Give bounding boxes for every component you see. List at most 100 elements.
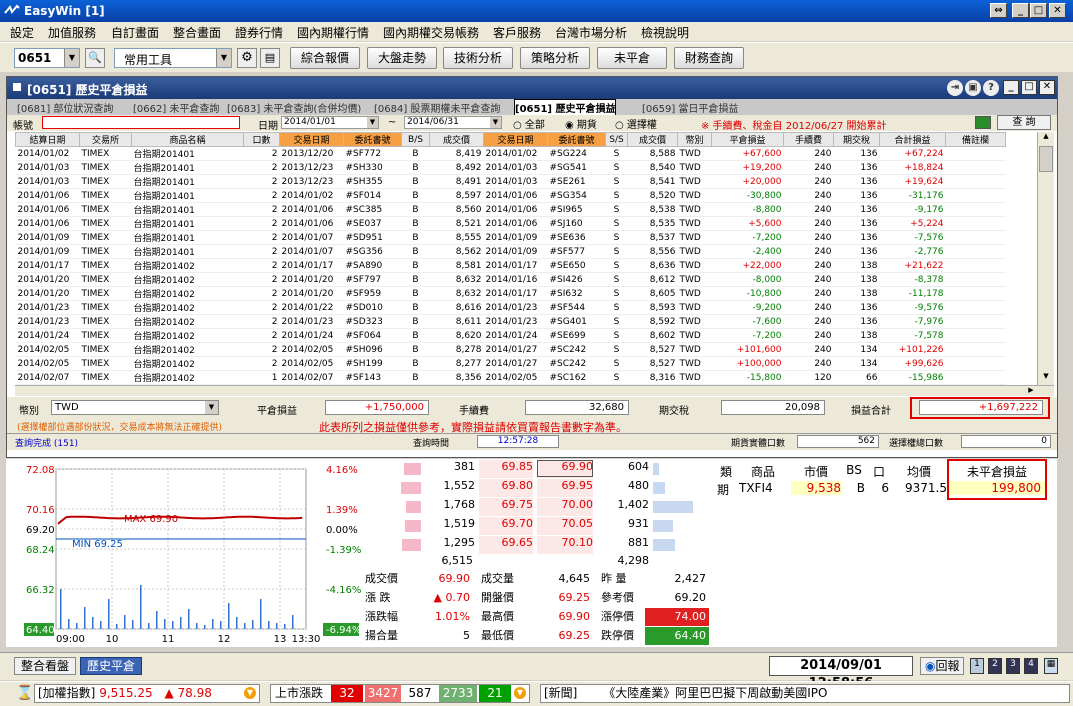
chevron-down-icon[interactable]: ▼: [367, 117, 378, 128]
search-icon[interactable]: 🔍: [85, 48, 105, 68]
table-row[interactable]: 2014/01/24 TIMEX 台指期201402 2 2014/01/24 #SF06…: [15, 328, 1006, 343]
col-header[interactable]: 期交稅: [833, 132, 880, 147]
query-button[interactable]: 查 詢: [997, 115, 1051, 130]
tab-0662[interactable]: [0662] 未平倉查詢: [133, 100, 219, 115]
function-code-combo[interactable]: 0651 ▼: [14, 48, 80, 68]
tab-0681[interactable]: [0681] 部位狀況查詢: [17, 100, 113, 115]
market-trend-button[interactable]: 大盤走勢: [367, 47, 437, 69]
technical-analysis-button[interactable]: 技術分析: [443, 47, 513, 69]
col-header[interactable]: 委託書號: [547, 132, 606, 147]
col-header[interactable]: S/S: [605, 132, 628, 147]
table-row[interactable]: 2014/01/06 TIMEX 台指期201401 2 2014/01/06 #SC38…: [15, 202, 1006, 217]
window-maximize-button[interactable]: □: [1021, 80, 1037, 95]
table-row[interactable]: 2014/01/20 TIMEX 台指期201402 2 2014/01/20 #SF95…: [15, 286, 1006, 301]
col-header[interactable]: 平倉損益: [711, 132, 784, 147]
table-row[interactable]: 2014/01/20 TIMEX 台指期201402 2 2014/01/20 #SF79…: [15, 272, 1006, 287]
radio-all[interactable]: ○ 全部: [513, 116, 545, 131]
table-row[interactable]: 2014/01/02 TIMEX 台指期201401 2 2013/12/20 #SF77…: [15, 146, 1006, 161]
menu-futures-accounts[interactable]: 國內期權交易帳務: [383, 24, 479, 41]
grid-horizontal-scrollbar[interactable]: ▶: [15, 385, 1054, 396]
scroll-thumb[interactable]: [1039, 146, 1053, 172]
tab-0659[interactable]: [0659] 當日平倉損益: [642, 100, 738, 115]
menu-market-analysis[interactable]: 台灣市場分析: [555, 24, 627, 41]
dropdown-icon[interactable]: ▼: [514, 687, 526, 699]
menu-custom-screen[interactable]: 自訂畫面: [111, 24, 159, 41]
table-row[interactable]: 2014/01/17 TIMEX 台指期201402 2 2014/01/17 #SA89…: [15, 258, 1006, 273]
strategy-analysis-button[interactable]: 策略分析: [520, 47, 590, 69]
col-header[interactable]: B/S: [401, 132, 430, 147]
scroll-down-icon[interactable]: ▼: [1039, 372, 1053, 384]
table-row[interactable]: 2014/02/07TIMEX台指期20140212014/02/07#SF14…: [15, 370, 1006, 385]
news-box[interactable]: [新聞] 《大陸產業》阿里巴巴擬下周啟動美國IPO: [540, 684, 1070, 703]
tab-0651[interactable]: [0651] 歷史平倉損益: [514, 99, 617, 116]
col-header[interactable]: 成交價: [429, 132, 484, 147]
table-row[interactable]: 2014/01/09 TIMEX 台指期201401 2 2014/01/07 #SD95…: [15, 230, 1006, 245]
window-close-button[interactable]: ✕: [1039, 80, 1055, 95]
col-header[interactable]: 結算日期: [15, 132, 80, 147]
dropdown-icon[interactable]: ▼: [244, 687, 256, 699]
grid-vertical-scrollbar[interactable]: ▲ ▼: [1037, 132, 1054, 385]
col-header[interactable]: 委託書號: [343, 132, 402, 147]
table-row[interactable]: 2014/01/03 TIMEX 台指期201401 2 2013/12/23 #SH33…: [15, 160, 1006, 175]
table-row[interactable]: 2014/01/06 TIMEX 台指期201401 2 2014/01/06 #SE03…: [15, 216, 1006, 231]
chevron-down-icon[interactable]: ▼: [64, 49, 79, 67]
col-header[interactable]: 幣別: [677, 132, 712, 147]
account-input[interactable]: [42, 116, 240, 129]
print-icon[interactable]: ▣: [965, 80, 981, 96]
scroll-right-icon[interactable]: ▶: [1025, 386, 1037, 396]
layout-1-icon[interactable]: 1: [970, 658, 984, 674]
date-from-input[interactable]: 2014/01/01 ▼: [281, 116, 379, 129]
currency-select[interactable]: TWD ▼: [51, 400, 219, 415]
open-position-button[interactable]: 未平倉: [597, 47, 667, 69]
tab-0684[interactable]: [0684] 股票期權未平倉查詢: [374, 100, 500, 115]
maximize-button[interactable]: □: [1030, 3, 1047, 18]
radio-options[interactable]: ○ 選擇權: [615, 116, 657, 131]
tool-combo[interactable]: 常用工具 ▼: [114, 48, 232, 68]
tab-integrated-view[interactable]: 整合看盤: [14, 657, 76, 675]
tab-0683[interactable]: [0683] 未平倉查詢(合併均價): [227, 100, 361, 115]
window-edit-icon[interactable]: ▤: [260, 48, 280, 68]
chevron-down-icon[interactable]: ▼: [205, 401, 218, 414]
market-breadth-box[interactable]: 上市漲跌 32 3427 587 2733 21 ▼: [270, 684, 530, 703]
menu-stock-quotes[interactable]: 證券行情: [235, 24, 283, 41]
table-row[interactable]: 2014/01/09 TIMEX 台指期201401 2 2014/01/07 #SG35…: [15, 244, 1006, 259]
help-icon[interactable]: ?: [983, 80, 999, 96]
scroll-up-icon[interactable]: ▲: [1039, 132, 1053, 144]
replay-button[interactable]: ◉回報: [920, 657, 964, 675]
summary-quote-button[interactable]: 綜合報價: [290, 47, 360, 69]
radio-futures[interactable]: ◉ 期貨: [565, 116, 597, 131]
minimize-button[interactable]: _: [1012, 3, 1029, 18]
col-header[interactable]: 交易日期: [279, 132, 344, 147]
export-excel-icon[interactable]: [975, 116, 991, 129]
window-minimize-button[interactable]: _: [1003, 80, 1019, 95]
chevron-down-icon[interactable]: ▼: [490, 117, 501, 128]
tab-history-close[interactable]: 歷史平倉: [80, 657, 142, 675]
table-row[interactable]: 2014/01/03 TIMEX 台指期201401 2 2013/12/23 #SH35…: [15, 174, 1006, 189]
col-header[interactable]: 備註欄: [945, 132, 1006, 147]
layout-4-icon[interactable]: 4: [1024, 658, 1038, 674]
menu-integrated-screen[interactable]: 整合畫面: [173, 24, 221, 41]
table-row[interactable]: 2014/01/23 TIMEX 台指期201402 2 2014/01/23 #SD32…: [15, 314, 1006, 329]
date-to-input[interactable]: 2014/06/31 ▼: [404, 116, 502, 129]
layout-custom-icon[interactable]: ▦: [1044, 658, 1058, 674]
restore-size-icon[interactable]: ⇔: [990, 3, 1007, 18]
close-button[interactable]: ✕: [1049, 3, 1066, 18]
chevron-down-icon[interactable]: ▼: [216, 49, 231, 67]
financial-query-button[interactable]: 財務查詢: [674, 47, 744, 69]
col-header[interactable]: 口數: [243, 132, 280, 147]
menu-value-added[interactable]: 加值服務: [48, 24, 96, 41]
layout-3-icon[interactable]: 3: [1006, 658, 1020, 674]
gear-icon[interactable]: ⚙: [237, 48, 257, 68]
table-row[interactable]: 2014/01/06 TIMEX 台指期201401 2 2014/01/02 #SF01…: [15, 188, 1006, 203]
col-header[interactable]: 成交價: [627, 132, 678, 147]
col-header[interactable]: 商品名稱: [131, 132, 244, 147]
table-row[interactable]: 2014/02/05 TIMEX 台指期201402 2 2014/02/05 #SH09…: [15, 342, 1006, 357]
col-header[interactable]: 交易日期: [483, 132, 548, 147]
menu-help[interactable]: 檢視說明: [641, 24, 689, 41]
layout-2-icon[interactable]: 2: [988, 658, 1002, 674]
col-header[interactable]: 手續費: [783, 132, 834, 147]
index-box[interactable]: [加權指數] 9,515.25 ▲ 78.98 ▼: [34, 684, 260, 703]
menu-settings[interactable]: 設定: [10, 24, 34, 41]
table-row[interactable]: 2014/01/23 TIMEX 台指期201402 2 2014/01/22 #SD01…: [15, 300, 1006, 315]
menu-customer-service[interactable]: 客戶服務: [493, 24, 541, 41]
